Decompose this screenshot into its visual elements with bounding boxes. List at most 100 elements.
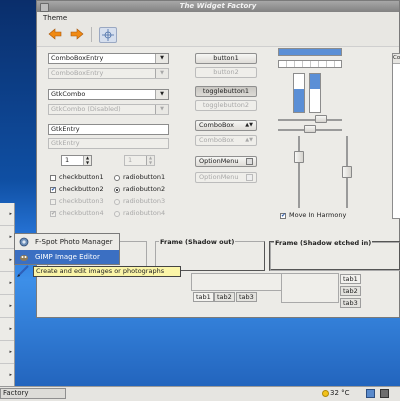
panel-item[interactable]: ▸ xyxy=(0,341,14,364)
progressbar-h2 xyxy=(278,60,342,68)
tab-bottom-1[interactable]: tab1 xyxy=(193,292,214,302)
vscale-2-handle[interactable] xyxy=(342,166,352,178)
spin-arrows-icon[interactable]: ▲ ▼ xyxy=(83,155,91,165)
comboboxentry-2-disabled: ComboBoxEntry ▼ xyxy=(48,68,169,79)
progress-fill xyxy=(294,89,304,112)
graphics-pen-icon xyxy=(16,264,30,278)
progress-fill xyxy=(279,49,341,55)
panel-item[interactable]: ▸ xyxy=(0,272,14,295)
frame-title: Frame (Shadow etched in) xyxy=(274,239,373,247)
combobox-1[interactable]: ComboBox ▲▼ xyxy=(195,120,257,131)
progressbar-h1 xyxy=(278,48,342,56)
updown-icon: ▲▼ xyxy=(245,122,253,128)
notebook-right xyxy=(281,273,339,303)
checkbutton4-box: ✔ xyxy=(50,210,57,217)
tab-right-1[interactable]: tab1 xyxy=(340,274,361,284)
chevron-right-icon: ▸ xyxy=(9,303,12,309)
chevron-down-icon[interactable]: ▼ xyxy=(155,90,168,99)
taskbar-app-button[interactable]: Factory xyxy=(0,388,66,399)
togglebutton1[interactable]: togglebutton1 xyxy=(195,86,257,97)
radiobutton3-label: radiobutton3 xyxy=(123,197,166,205)
checkbutton1-box[interactable] xyxy=(50,175,56,181)
chevron-right-icon: ▸ xyxy=(9,211,12,217)
panel-item[interactable]: ▸ xyxy=(0,249,14,272)
chevron-right-icon: ▸ xyxy=(9,257,12,263)
network-icon[interactable] xyxy=(366,389,375,398)
radiobutton2-label[interactable]: radiobutton2 xyxy=(123,185,165,193)
checkbutton2-box[interactable]: ✔ xyxy=(50,187,56,193)
toolbar-separator xyxy=(91,27,92,42)
chevron-right-icon: ▸ xyxy=(9,372,12,378)
radiobutton4-dot xyxy=(114,211,120,217)
menu-theme[interactable]: Theme xyxy=(43,14,67,22)
combo-text: GtkCombo xyxy=(51,90,86,98)
button1[interactable]: button1 xyxy=(195,53,257,64)
checkbutton3-box xyxy=(50,199,56,205)
camera-icon xyxy=(19,237,29,247)
progress-fill xyxy=(279,61,341,67)
comboboxentry-1[interactable]: ComboBoxEntry ▼ xyxy=(48,53,169,64)
back-arrow-icon[interactable] xyxy=(47,27,63,41)
panel-item[interactable]: ▸ xyxy=(0,203,14,226)
panel-item[interactable]: ▸ xyxy=(0,318,14,341)
chevron-right-icon: ▸ xyxy=(9,349,12,355)
progress-fill xyxy=(310,74,320,90)
checkbutton2-label[interactable]: checkbutton2 xyxy=(59,185,104,193)
hscale-2-handle[interactable] xyxy=(304,125,316,133)
hscale-1-handle[interactable] xyxy=(315,115,327,123)
volume-icon[interactable] xyxy=(380,389,389,398)
checkbutton1-label[interactable]: checkbutton1 xyxy=(59,173,104,181)
list-column-header[interactable]: Co xyxy=(393,54,400,64)
side-panel: ▸ ▸ ▸ ▸ ▸ ▸ ▸ ▸ xyxy=(0,203,15,387)
move-in-harmony-label[interactable]: Move In Harmony xyxy=(289,211,346,219)
hscale-1[interactable] xyxy=(278,119,342,121)
toolbar xyxy=(37,24,399,47)
window-titlebar[interactable]: The Widget Factory xyxy=(37,1,399,12)
checkbutton3-label: checkbutton3 xyxy=(59,197,104,205)
temperature-readout[interactable]: 32 °C xyxy=(330,389,350,397)
tab-right-3[interactable]: tab3 xyxy=(340,298,361,308)
updown-icon: ▲▼ xyxy=(245,137,253,143)
move-in-harmony-checkbox[interactable]: ✔ xyxy=(280,213,286,219)
bottom-taskbar: Factory 32 °C xyxy=(0,386,400,401)
radiobutton1-label[interactable]: radiobutton1 xyxy=(123,173,165,181)
gtkcombo-1[interactable]: GtkCombo ▼ xyxy=(48,89,169,100)
combo-text: ComboBoxEntry xyxy=(51,54,104,62)
vscale-1[interactable] xyxy=(298,136,300,208)
radiobutton4-label: radiobutton4 xyxy=(123,209,166,217)
option-indicator-icon xyxy=(246,158,253,165)
graphics-submenu: F-Spot Photo Manager GIMP Image Editor xyxy=(14,233,120,265)
frame-shadow-etched-in: Frame (Shadow etched in) xyxy=(269,239,400,271)
optionmenu-2-disabled: OptionMenu xyxy=(195,172,257,183)
combobox-2-disabled: ComboBox ▲▼ xyxy=(195,135,257,146)
menu-item-gimp[interactable]: GIMP Image Editor xyxy=(15,250,119,264)
chevron-down-icon: ▼ xyxy=(155,69,168,78)
chevron-right-icon: ▸ xyxy=(9,326,12,332)
optionmenu-1[interactable]: OptionMenu xyxy=(195,156,257,167)
tab-bottom-2[interactable]: tab2 xyxy=(214,292,235,302)
tab-right-2[interactable]: tab2 xyxy=(340,286,361,296)
combobox-text: ComboBox xyxy=(199,136,235,144)
tab-bottom-3[interactable]: tab3 xyxy=(236,292,257,302)
chevron-right-icon: ▸ xyxy=(9,280,12,286)
spinbutton-1[interactable]: 1 ▲ ▼ xyxy=(61,155,92,166)
gtkentry-1[interactable]: GtkEntry xyxy=(48,124,169,135)
panel-item[interactable]: ▸ xyxy=(0,364,14,387)
radiobutton1-dot[interactable] xyxy=(114,175,120,181)
panel-item[interactable]: ▸ xyxy=(0,295,14,318)
combo-text: GtkCombo (Disabled) xyxy=(51,105,121,113)
treeview-list[interactable]: Co xyxy=(392,53,400,219)
combobox-text: ComboBox xyxy=(199,121,235,129)
tooltip: Create and edit images or photographs xyxy=(33,266,181,277)
radiobutton2-dot[interactable] xyxy=(114,187,120,193)
panel-item[interactable]: ▸ xyxy=(0,226,14,249)
menu-item-fspot[interactable]: F-Spot Photo Manager xyxy=(15,235,119,249)
vscale-1-handle[interactable] xyxy=(294,151,304,163)
progressbar-v1 xyxy=(293,73,305,113)
gimp-icon xyxy=(19,252,29,262)
crosshair-icon[interactable] xyxy=(99,27,117,43)
combo-text: ComboBoxEntry xyxy=(51,69,104,77)
chevron-down-icon[interactable]: ▼ xyxy=(155,54,168,63)
button2-disabled: button2 xyxy=(195,67,257,78)
forward-arrow-icon[interactable] xyxy=(69,27,85,41)
